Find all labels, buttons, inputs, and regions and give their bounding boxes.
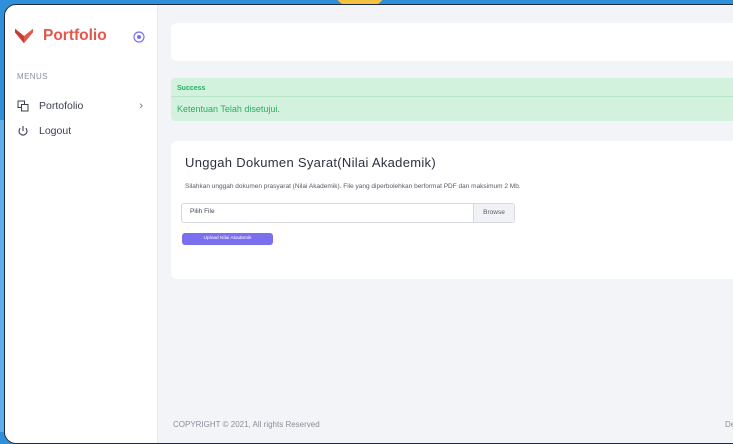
- menus-section-label: MENUS: [17, 72, 48, 81]
- browse-button[interactable]: Browse: [473, 204, 514, 222]
- sidebar-item-logout[interactable]: Logout: [17, 123, 147, 139]
- heart-logo-icon: [15, 28, 33, 44]
- card-title: Unggah Dokumen Syarat(Nilai Akademik): [185, 155, 436, 170]
- card-description: Silahkan unggah dokumen prasyarat (Nilai…: [185, 183, 521, 190]
- power-icon: [18, 126, 28, 136]
- upload-card: Unggah Dokumen Syarat(Nilai Akademik) Si…: [171, 141, 733, 279]
- chevron-right-icon: ›: [139, 100, 143, 112]
- app-window: Portfolio MENUS Portofolio › Logout Succ…: [4, 4, 733, 444]
- target-circle-icon[interactable]: [133, 31, 145, 43]
- sidebar-item-label: Portofolio: [39, 100, 84, 112]
- alert-divider: [171, 96, 733, 97]
- upload-button[interactable]: Upload Nilai Akademik: [182, 233, 273, 245]
- file-input[interactable]: Pilih File Browse: [181, 203, 515, 223]
- alert-message: Ketentuan Telah disetujui.: [177, 104, 280, 114]
- sidebar-item-portofolio[interactable]: Portofolio ›: [17, 98, 147, 114]
- copy-icon: [17, 100, 29, 112]
- file-input-placeholder: Pilih File: [190, 208, 215, 215]
- alert-title: Success: [177, 85, 206, 92]
- main-content: Success Ketentuan Telah disetujui. Ungga…: [157, 5, 733, 443]
- sidebar: Portfolio MENUS Portofolio › Logout: [5, 5, 158, 443]
- top-navbar: [171, 23, 733, 61]
- footer-right-text: De: [725, 420, 733, 429]
- brand-name: Portfolio: [43, 27, 107, 44]
- brand[interactable]: Portfolio: [13, 27, 107, 45]
- success-alert: Success Ketentuan Telah disetujui.: [171, 78, 733, 121]
- footer-copyright: COPYRIGHT © 2021, All rights Reserved: [173, 420, 320, 429]
- sidebar-item-label: Logout: [39, 125, 72, 137]
